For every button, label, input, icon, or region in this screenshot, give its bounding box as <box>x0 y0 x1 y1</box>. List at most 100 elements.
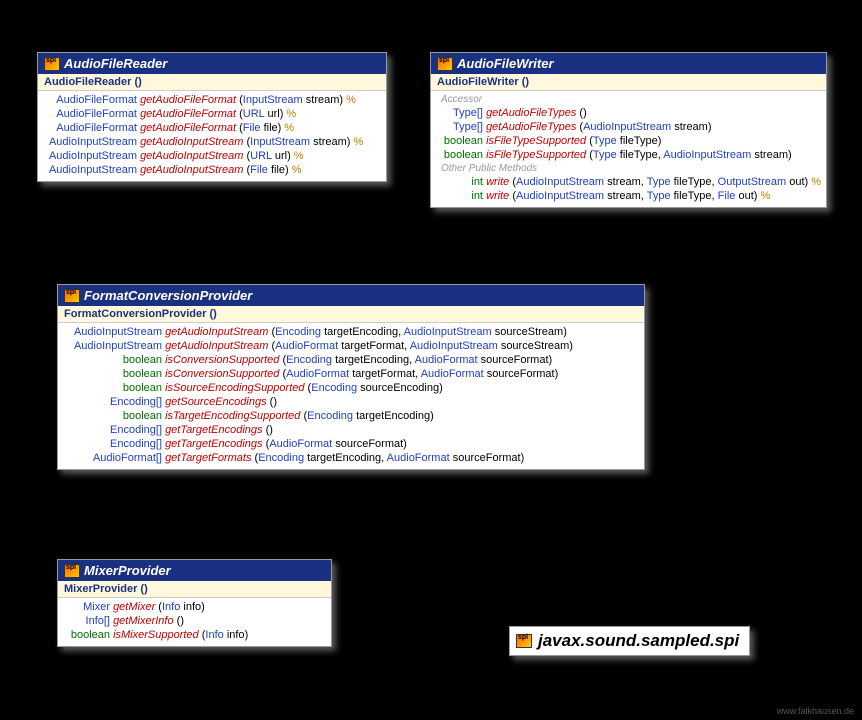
method-name: getTargetEncodings <box>165 424 262 436</box>
constructor[interactable]: FormatConversionProvider () <box>58 306 644 323</box>
param-name: fileType <box>674 176 712 188</box>
class-header[interactable]: spiFormatConversionProvider <box>58 285 644 306</box>
param-type: AudioInputStream <box>663 149 751 161</box>
param-name: info <box>183 601 201 613</box>
throws-icon: % <box>808 176 821 188</box>
param-type: File <box>250 164 268 176</box>
method-row[interactable]: boolean isConversionSupported (Encoding … <box>62 353 640 367</box>
method-row[interactable]: boolean isFileTypeSupported (Type fileTy… <box>435 148 822 162</box>
return-type: Type[] <box>435 120 483 134</box>
constructor[interactable]: AudioFileWriter () <box>431 74 826 91</box>
method-row[interactable]: boolean isFileTypeSupported (Type fileTy… <box>435 134 822 148</box>
return-type: boolean <box>435 134 483 148</box>
class-mixerProvider: spi MixerProvider MixerProvider () Mixer ge… <box>57 559 332 647</box>
return-type: AudioInputStream <box>62 325 162 339</box>
method-name: getAudioInputStream <box>140 136 243 148</box>
return-type: int <box>435 189 483 203</box>
return-type: boolean <box>62 628 110 642</box>
method-row[interactable]: AudioInputStream getAudioInputStream (In… <box>42 135 382 149</box>
package-label: spi javax.sound.sampled.spi <box>509 626 750 656</box>
param-name: stream <box>607 176 641 188</box>
method-row[interactable]: AudioFormat[] getTargetFormats (Encoding… <box>62 451 640 465</box>
method-row[interactable]: Mixer getMixer (Info info) <box>62 600 327 614</box>
param-type: OutputStream <box>718 176 786 188</box>
method-name: getAudioInputStream <box>165 340 268 352</box>
method-row[interactable]: boolean isConversionSupported (AudioForm… <box>62 367 640 381</box>
class-header[interactable]: spi MixerProvider <box>58 560 331 581</box>
class-title: AudioFileWriter <box>457 56 554 71</box>
method-row[interactable]: boolean isTargetEncodingSupported (Encod… <box>62 409 640 423</box>
return-type: boolean <box>62 381 162 395</box>
class-title: MixerProvider <box>84 563 171 578</box>
method-row[interactable]: AudioInputStream getAudioInputStream (Au… <box>62 339 640 353</box>
class-header[interactable]: spiAudioFileReader <box>38 53 386 74</box>
param-type: AudioFormat <box>286 368 349 380</box>
method-name: getAudioFileFormat <box>140 94 236 106</box>
method-row[interactable]: AudioFileFormat getAudioFileFormat (File… <box>42 121 382 135</box>
param-name: out <box>789 176 804 188</box>
param-name: file <box>271 164 285 176</box>
param-name: stream <box>313 136 347 148</box>
method-name: getTargetFormats <box>165 452 251 464</box>
method-row[interactable]: AudioInputStream getAudioInputStream (UR… <box>42 149 382 163</box>
param-type: URL <box>243 108 265 120</box>
method-row[interactable]: Encoding[] getTargetEncodings (AudioForm… <box>62 437 640 451</box>
param-name: fileType <box>620 149 658 161</box>
method-row[interactable]: Info[] getMixerInfo () <box>62 614 327 628</box>
method-name: getAudioInputStream <box>165 326 268 338</box>
return-type: Encoding[] <box>62 423 162 437</box>
return-type: boolean <box>62 353 162 367</box>
method-name: getAudioInputStream <box>140 164 243 176</box>
method-row[interactable]: AudioFileFormat getAudioFileFormat (URL … <box>42 107 382 121</box>
throws-icon: % <box>343 94 356 106</box>
param-name: sourceEncoding <box>360 382 439 394</box>
spi-icon: spi <box>64 564 80 578</box>
class-title: FormatConversionProvider <box>84 288 252 303</box>
constructor[interactable]: MixerProvider () <box>58 581 331 598</box>
class-audioFileReader: spiAudioFileReaderAudioFileReader () Audi… <box>37 52 387 182</box>
constructor[interactable]: AudioFileReader () <box>38 74 386 91</box>
method-row[interactable]: int write (AudioInputStream stream, Type… <box>435 189 822 203</box>
method-name: isConversionSupported <box>165 368 279 380</box>
method-name: getSourceEncodings <box>165 396 267 408</box>
throws-icon: % <box>291 150 304 162</box>
return-type: boolean <box>62 409 162 423</box>
method-row[interactable]: int write (AudioInputStream stream, Type… <box>435 175 822 189</box>
param-type: Encoding <box>311 382 357 394</box>
param-type: AudioInputStream <box>404 326 492 338</box>
method-row[interactable]: Encoding[] getTargetEncodings () <box>62 423 640 437</box>
param-name: sourceFormat <box>453 452 521 464</box>
method-name: isTargetEncodingSupported <box>165 410 300 422</box>
return-type: Encoding[] <box>62 395 162 409</box>
param-name: sourceFormat <box>487 368 555 380</box>
method-row[interactable]: AudioFileFormat getAudioFileFormat (Inpu… <box>42 93 382 107</box>
param-name: stream <box>306 94 340 106</box>
method-row[interactable]: Type[] getAudioFileTypes (AudioInputStre… <box>435 120 822 134</box>
method-name: getAudioFileFormat <box>140 108 236 120</box>
method-row[interactable]: boolean isMixerSupported (Info info) <box>62 628 327 642</box>
method-row[interactable]: boolean isSourceEncodingSupported (Encod… <box>62 381 640 395</box>
param-name: url <box>267 108 279 120</box>
param-name: targetFormat <box>352 368 415 380</box>
param-type: Encoding <box>275 326 321 338</box>
class-header[interactable]: spiAudioFileWriter <box>431 53 826 74</box>
method-row[interactable]: AudioInputStream getAudioInputStream (En… <box>62 325 640 339</box>
throws-icon: % <box>350 136 363 148</box>
param-name: stream <box>754 149 788 161</box>
return-type: AudioInputStream <box>42 149 137 163</box>
method-name: write <box>486 190 509 202</box>
param-type: URL <box>250 150 272 162</box>
class-title: AudioFileReader <box>64 56 167 71</box>
return-type: AudioFileFormat <box>42 121 137 135</box>
method-name: getAudioFileTypes <box>486 121 576 133</box>
param-name: targetEncoding <box>307 452 381 464</box>
method-row[interactable]: Encoding[] getSourceEncodings () <box>62 395 640 409</box>
method-row[interactable]: AudioInputStream getAudioInputStream (Fi… <box>42 163 382 177</box>
section-label: Accessor <box>435 93 822 106</box>
method-row[interactable]: Type[] getAudioFileTypes () <box>435 106 822 120</box>
method-name: getMixerInfo <box>113 615 174 627</box>
method-name: getAudioFileTypes <box>486 107 576 119</box>
method-name: getAudioFileFormat <box>140 122 236 134</box>
method-name: isFileTypeSupported <box>486 149 586 161</box>
method-name: isSourceEncodingSupported <box>165 382 304 394</box>
